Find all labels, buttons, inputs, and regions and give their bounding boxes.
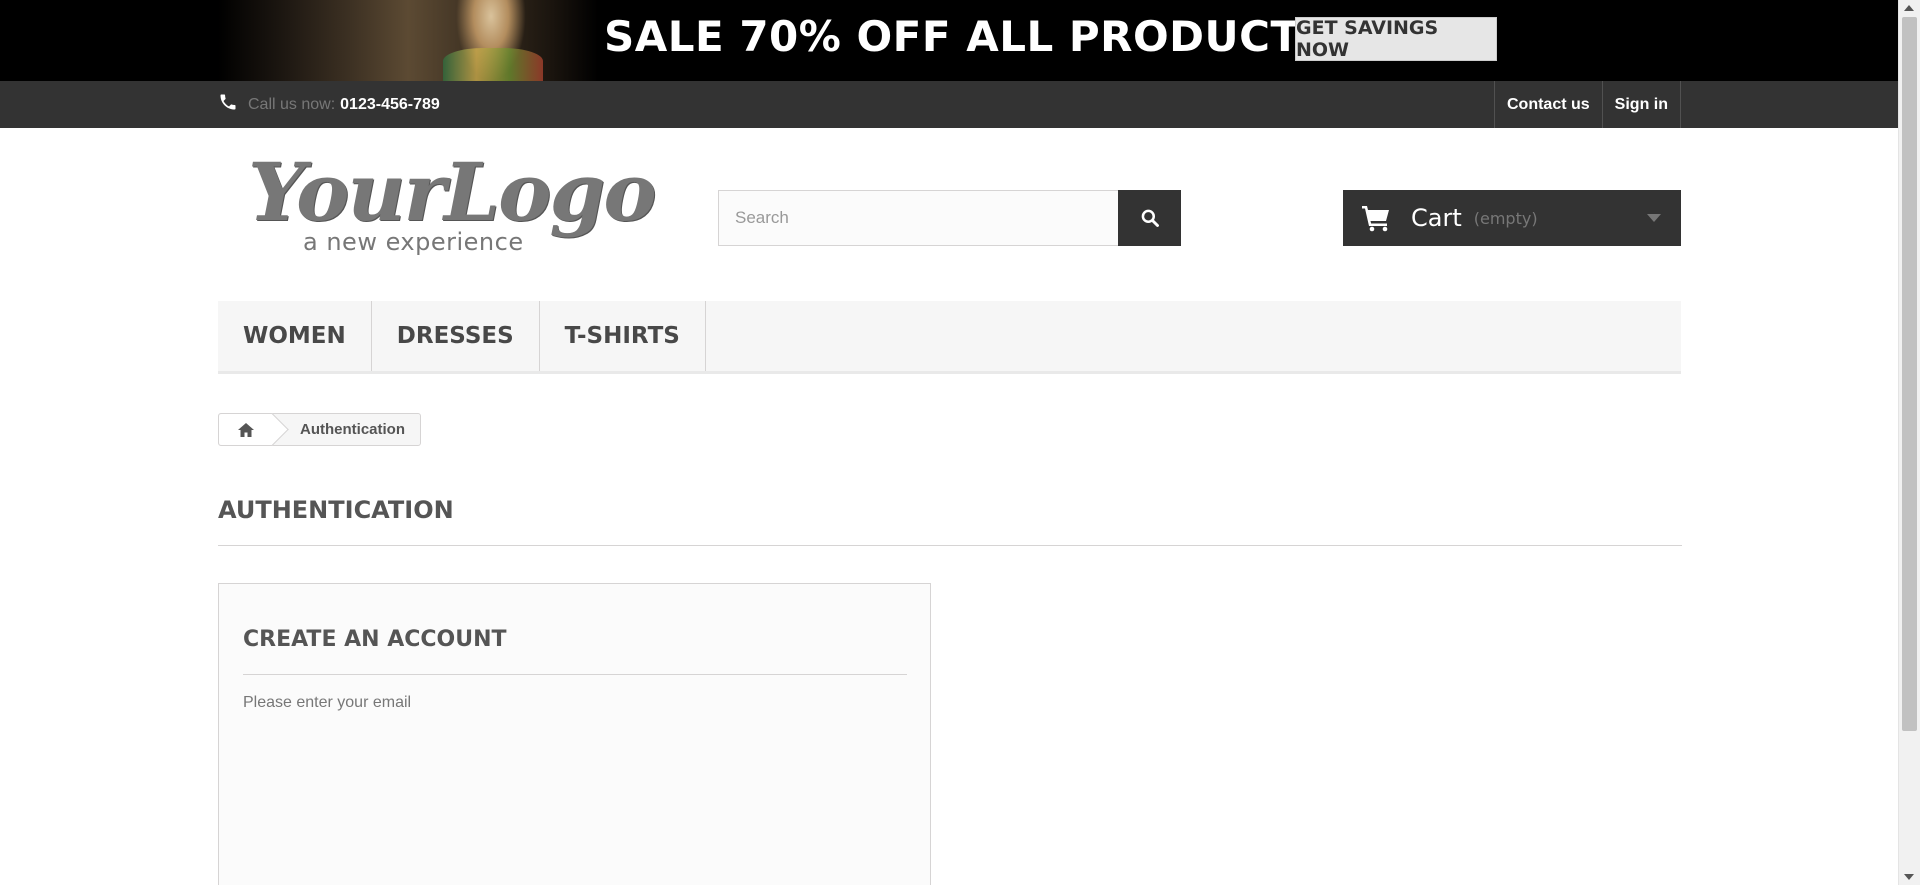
logo-wordmark: YourLogo: [248, 145, 657, 239]
cart-button[interactable]: Cart (empty): [1343, 190, 1681, 246]
menu-item-dresses[interactable]: DRESSES: [372, 301, 540, 371]
search-input[interactable]: [718, 190, 1118, 246]
logo-tagline: a new experience: [303, 228, 524, 256]
menu-item-women[interactable]: WOMEN: [218, 301, 372, 371]
call-us-label: Call us now:: [248, 95, 336, 113]
create-account-divider: [243, 674, 907, 675]
scrollbar-thumb[interactable]: [1902, 17, 1917, 731]
breadcrumb: Authentication: [218, 413, 421, 446]
header-links: Contact us Sign in: [1494, 81, 1681, 128]
breadcrumb-home[interactable]: [219, 414, 273, 445]
chevron-down-icon: [1647, 214, 1661, 222]
cart-label: Cart: [1411, 204, 1462, 232]
menu-item-tshirts[interactable]: T-SHIRTS: [540, 301, 706, 371]
create-account-form: CREATE AN ACCOUNT Please enter your emai…: [218, 583, 931, 885]
get-savings-button[interactable]: GET SAVINGS NOW: [1295, 17, 1497, 61]
promo-model-image: [218, 0, 598, 81]
breadcrumb-current: Authentication: [300, 421, 405, 438]
cart-icon: [1362, 206, 1389, 232]
sign-in-link[interactable]: Sign in: [1601, 81, 1681, 128]
search-button[interactable]: [1118, 190, 1181, 246]
search-form: [718, 190, 1181, 246]
call-us: Call us now: 0123-456-789: [218, 81, 440, 128]
cart-quantity: (empty): [1473, 208, 1538, 228]
contact-us-link[interactable]: Contact us: [1494, 81, 1602, 128]
promo-banner[interactable]: SALE 70% OFF ALL PRODUCTS GET SAVINGS NO…: [0, 0, 1898, 81]
top-nav-bar: Call us now: 0123-456-789 Contact us Sig…: [0, 81, 1898, 128]
page-title: AUTHENTICATION: [218, 496, 454, 524]
create-account-title: CREATE AN ACCOUNT: [243, 627, 507, 652]
promo-headline: SALE 70% OFF ALL PRODUCTS: [604, 12, 1331, 61]
scroll-down-arrow-icon[interactable]: [1904, 874, 1914, 880]
title-divider: [218, 545, 1682, 546]
search-icon: [1141, 209, 1159, 227]
site-logo[interactable]: YourLogo a new experience: [248, 152, 657, 262]
phone-icon: [220, 94, 236, 109]
phone-number: 0123-456-789: [340, 95, 440, 113]
scroll-up-arrow-icon[interactable]: [1904, 5, 1914, 11]
home-icon: [238, 422, 254, 437]
page-scrollbar[interactable]: [1898, 0, 1920, 885]
promo-model-outfit: [443, 48, 543, 81]
main-menu: WOMEN DRESSES T-SHIRTS: [218, 301, 1681, 374]
create-account-instruction: Please enter your email: [243, 694, 412, 711]
